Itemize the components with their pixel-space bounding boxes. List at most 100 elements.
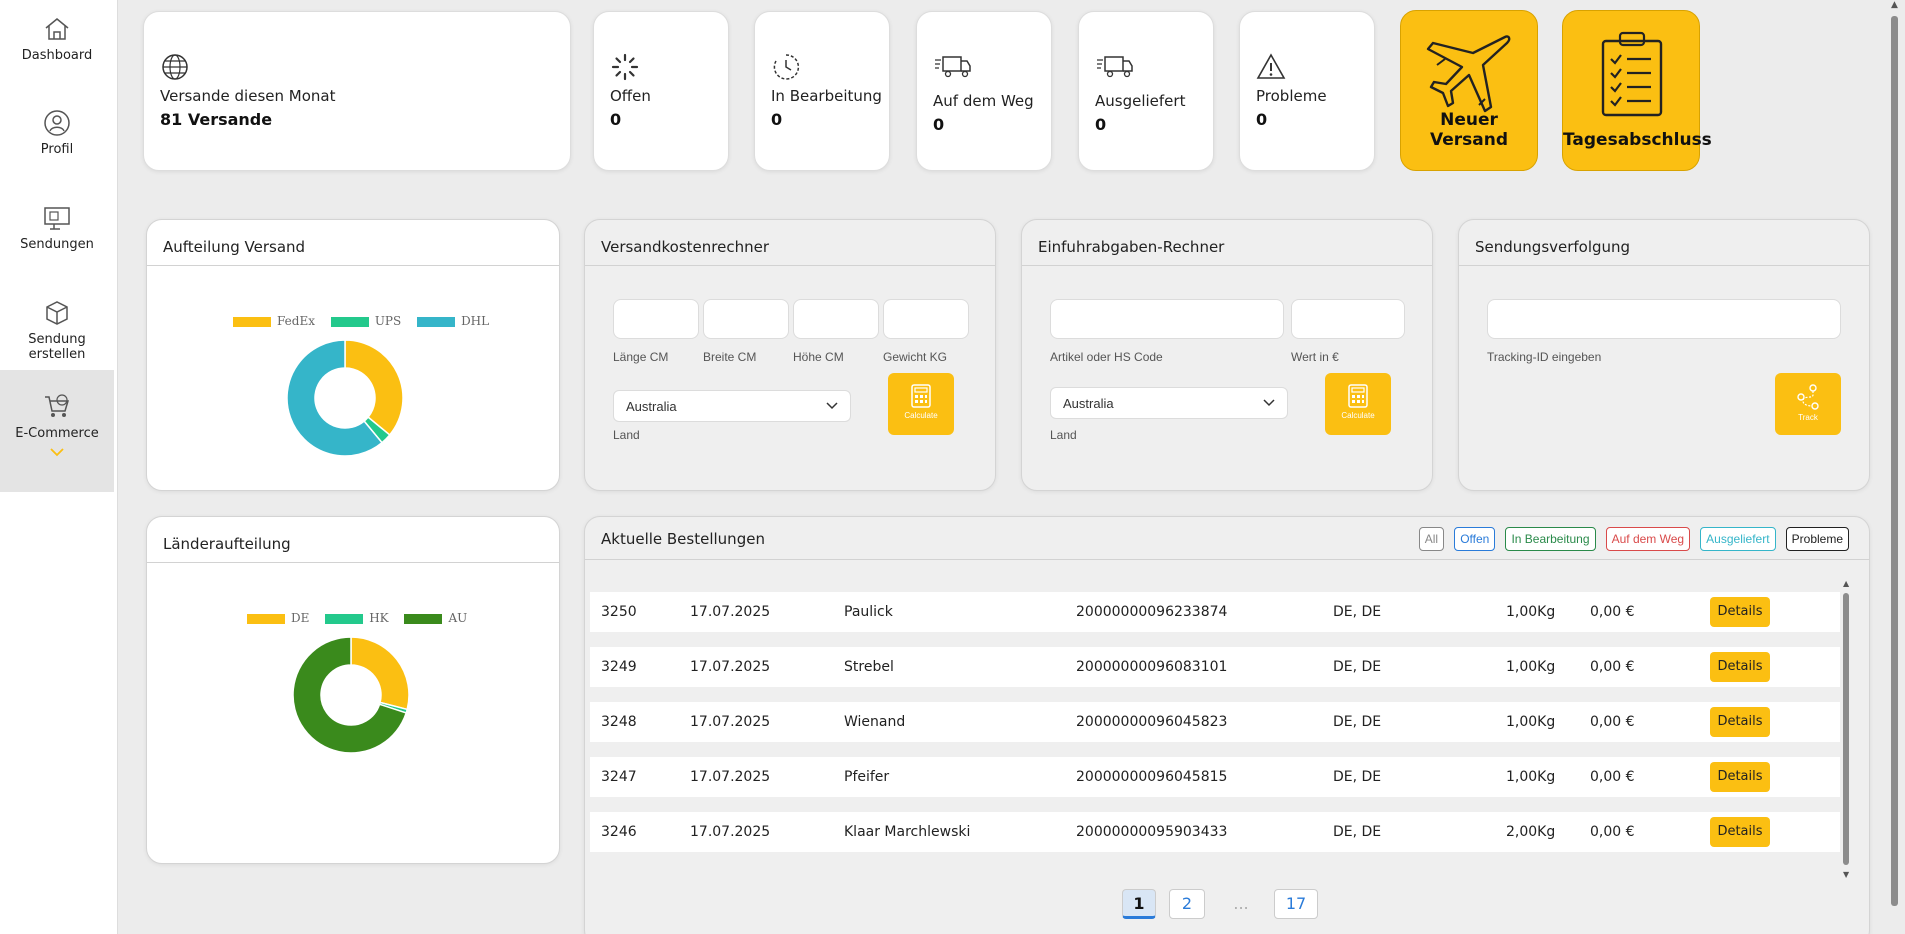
table-row[interactable]: 3250 17.07.2025 Paulick 2000000009623387…	[590, 592, 1840, 632]
order-weight: 1,00Kg	[1506, 714, 1556, 730]
pagination-ellipsis: ...	[1233, 894, 1249, 913]
country-select-value: Australia	[626, 399, 677, 414]
donut-slice-fedex[interactable]	[344, 339, 404, 437]
legend-label: DE	[291, 611, 310, 625]
filter-offen[interactable]: Offen	[1454, 527, 1496, 551]
checklist-icon	[1601, 31, 1663, 117]
stat-card-open[interactable]: Offen 0	[593, 11, 729, 171]
table-row[interactable]: 3249 17.07.2025 Strebel 2000000009608310…	[590, 647, 1840, 687]
sidebar-item-sendungen[interactable]: Sendungen	[0, 203, 114, 252]
order-price: 0,00 €	[1590, 659, 1635, 675]
legend-swatch	[247, 613, 285, 624]
order-tracking: 20000000096045815	[1076, 769, 1228, 785]
stat-card-on-way[interactable]: Auf dem Weg 0	[916, 11, 1052, 171]
legend-swatch	[330, 316, 369, 327]
legend-label: DHL	[461, 314, 490, 328]
order-price: 0,00 €	[1590, 769, 1635, 785]
chevron-down-icon	[1263, 399, 1275, 407]
filter-probleme[interactable]: Probleme	[1785, 527, 1849, 551]
scroll-up-arrow-icon[interactable]: ▲	[1891, 0, 1898, 10]
cost-calculator-panel: Versandkostenrechner Länge CM Breite CM …	[584, 219, 996, 491]
filter-in-bearbeitung[interactable]: In Bearbeitung	[1505, 527, 1596, 551]
stat-card-delivered[interactable]: Ausgeliefert 0	[1078, 11, 1214, 171]
country-select[interactable]: Australia	[613, 390, 851, 422]
width-input[interactable]	[703, 299, 789, 339]
calculate-button[interactable]: Calculate	[888, 373, 954, 435]
airplane-icon	[1426, 35, 1511, 113]
page-1-button[interactable]: 1	[1122, 889, 1156, 919]
delivery-truck-icon	[1097, 56, 1133, 78]
stat-value: 81 Versande	[160, 110, 273, 129]
calculator-icon	[911, 384, 931, 408]
length-label: Länge CM	[613, 350, 669, 364]
calculate-button-label: Calculate	[904, 411, 938, 420]
sidebar-item-dashboard[interactable]: Dashboard	[0, 14, 114, 63]
tracking-id-input[interactable]	[1487, 299, 1841, 339]
create-shipment-icon	[46, 301, 68, 325]
article-input[interactable]	[1050, 299, 1284, 339]
loading-spinner-icon	[611, 53, 639, 81]
article-label: Artikel oder HS Code	[1050, 350, 1163, 364]
track-button[interactable]: Track	[1775, 373, 1841, 435]
globe-icon	[162, 54, 188, 80]
shipments-icon	[44, 207, 70, 230]
height-input[interactable]	[793, 299, 879, 339]
order-id: 3248	[601, 714, 637, 730]
day-end-button[interactable]: Tagesabschluss	[1562, 10, 1712, 171]
calculate-button[interactable]: Calculate	[1325, 373, 1391, 435]
country-select[interactable]: Australia	[1050, 387, 1288, 419]
divider	[585, 265, 995, 266]
scrollbar-thumb[interactable]	[1891, 16, 1898, 906]
country-label: Land	[613, 428, 640, 442]
ecommerce-cart-icon	[45, 394, 70, 417]
scroll-down-arrow-icon[interactable]: ▼	[1843, 870, 1849, 879]
new-shipment-label: Neuer Versand	[1429, 110, 1508, 150]
order-country: DE, DE	[1333, 824, 1382, 840]
sidebar-item-profil[interactable]: Profil	[0, 108, 114, 157]
legend-label: UPS	[374, 314, 402, 328]
legend-swatch	[404, 613, 443, 624]
dashboard-icon	[45, 18, 69, 40]
page-scrollbar[interactable]: ▲	[1884, 0, 1905, 934]
panel-title: Länderaufteilung	[163, 535, 291, 553]
donut-slice-de[interactable]	[350, 636, 410, 711]
stat-card-processing[interactable]: In Bearbeitung 0	[754, 11, 890, 171]
table-row[interactable]: 3248 17.07.2025 Wienand 2000000009604582…	[590, 702, 1840, 742]
details-button[interactable]: Details	[1710, 762, 1770, 792]
legend-item: FedEx	[233, 314, 315, 328]
filter-all[interactable]: All	[1418, 527, 1445, 551]
table-scrollbar[interactable]: ▲ ▼	[1841, 579, 1851, 879]
order-country: DE, DE	[1333, 659, 1382, 675]
legend-swatch	[417, 316, 456, 327]
profile-icon	[44, 110, 70, 136]
details-button[interactable]: Details	[1710, 707, 1770, 737]
panel-title: Sendungsverfolgung	[1475, 238, 1631, 256]
filter-auf-dem-weg[interactable]: Auf dem Weg	[1605, 527, 1691, 551]
page-2-button[interactable]: 2	[1169, 889, 1205, 919]
legend-item: AU	[404, 611, 467, 625]
stat-card-problems[interactable]: Probleme 0	[1239, 11, 1375, 171]
filter-ausgeliefert[interactable]: Ausgeliefert	[1700, 527, 1776, 551]
sidebar-item-sendung-erstellen[interactable]: Sendung erstellen	[0, 298, 114, 362]
legend-item: DE	[247, 611, 309, 625]
sidebar-item-label: Profil	[40, 142, 74, 157]
order-date: 17.07.2025	[690, 769, 771, 785]
value-input[interactable]	[1291, 299, 1405, 339]
chevron-down-icon[interactable]	[49, 447, 65, 457]
length-input[interactable]	[613, 299, 699, 339]
order-name: Pfeifer	[844, 769, 890, 785]
page-17-button[interactable]: 17	[1274, 889, 1318, 919]
scrollbar-thumb[interactable]	[1843, 593, 1849, 865]
details-button[interactable]: Details	[1710, 652, 1770, 682]
order-date: 17.07.2025	[690, 824, 771, 840]
sidebar-item-ecommerce[interactable]: E-Commerce	[0, 370, 114, 492]
stat-value: 0	[610, 110, 622, 129]
details-button[interactable]: Details	[1710, 817, 1770, 847]
table-row[interactable]: 3247 17.07.2025 Pfeifer 2000000009604581…	[590, 757, 1840, 797]
scroll-up-arrow-icon[interactable]: ▲	[1843, 579, 1849, 588]
details-button[interactable]: Details	[1710, 597, 1770, 627]
height-label: Höhe CM	[793, 350, 844, 364]
weight-input[interactable]	[883, 299, 969, 339]
new-shipment-button[interactable]: Neuer Versand	[1400, 10, 1538, 171]
table-row[interactable]: 3246 17.07.2025 Klaar Marchlewski 200000…	[590, 812, 1840, 852]
